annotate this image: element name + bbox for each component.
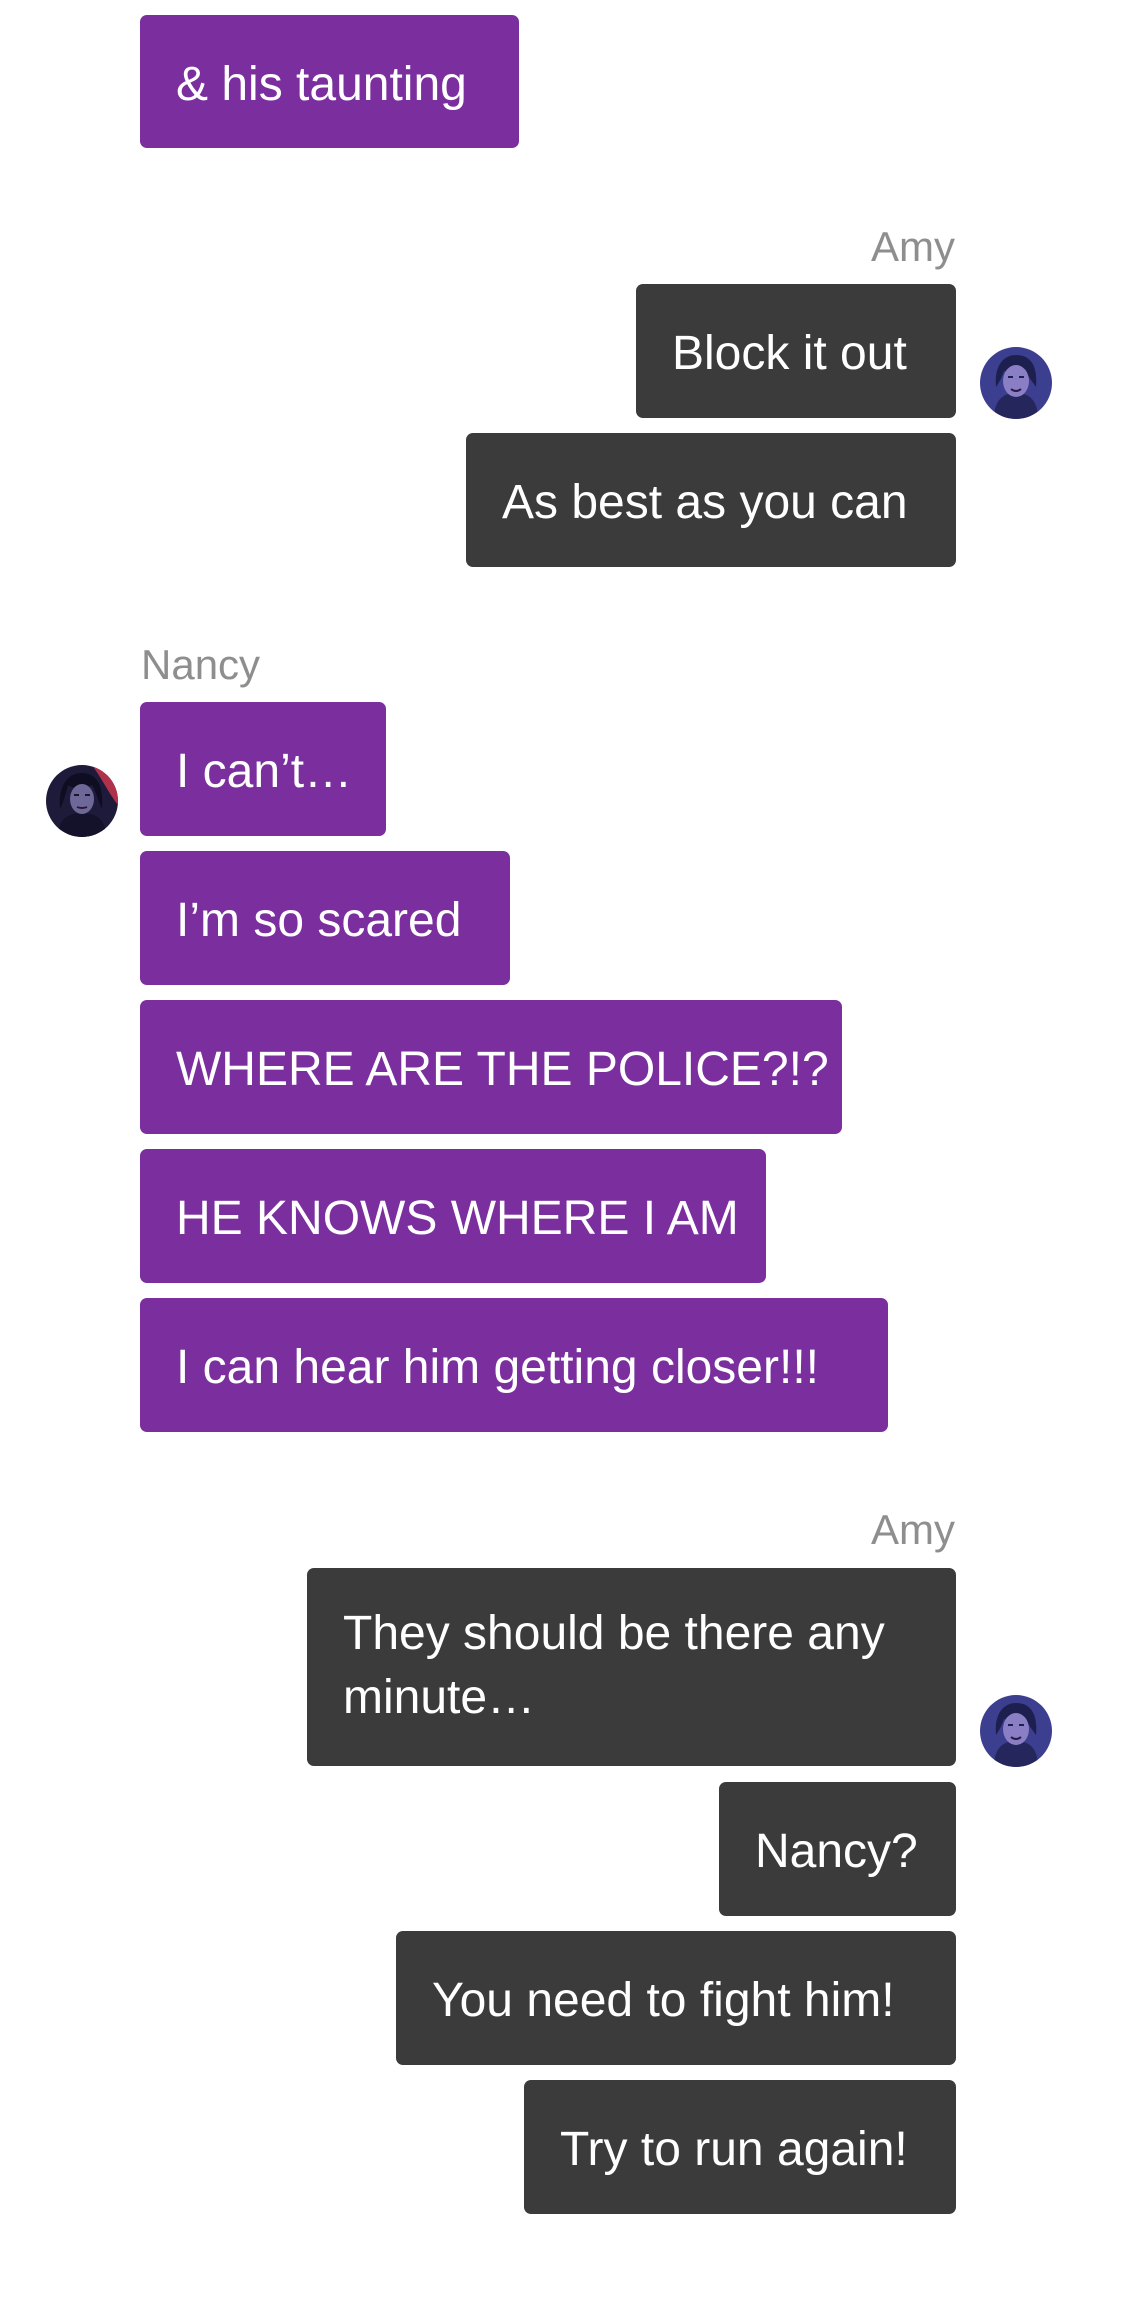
amy-avatar-icon[interactable] — [980, 1695, 1052, 1767]
message-bubble-nancy[interactable]: I can’t… — [140, 702, 386, 836]
message-bubble-amy[interactable]: Block it out — [636, 284, 956, 418]
message-bubble-amy[interactable]: Nancy? — [719, 1782, 956, 1916]
sender-name-amy: Amy — [871, 223, 955, 270]
sender-name-amy: Amy — [871, 1506, 955, 1553]
message-bubble-nancy[interactable]: WHERE ARE THE POLICE?!? — [140, 1000, 842, 1134]
amy-avatar-icon[interactable] — [980, 347, 1052, 419]
message-bubble-amy[interactable]: You need to fight him! — [396, 1931, 956, 2065]
message-bubble-nancy[interactable]: HE KNOWS WHERE I AM — [140, 1149, 766, 1283]
sender-name-nancy: Nancy — [141, 641, 261, 688]
message-bubble-amy[interactable]: They should be there any minute… — [307, 1568, 956, 1766]
nancy-avatar-icon[interactable] — [46, 765, 118, 837]
message-bubble-nancy[interactable]: I’m so scared — [140, 851, 510, 985]
chat-transcript: & his taunting Amy Block it out As best … — [0, 0, 1125, 2322]
message-bubble-amy[interactable]: As best as you can — [466, 433, 956, 567]
message-bubble-nancy[interactable]: I can hear him getting closer!!! — [140, 1298, 888, 1432]
message-bubble-amy[interactable]: Try to run again! — [524, 2080, 956, 2214]
message-bubble-nancy[interactable]: & his taunting — [140, 15, 519, 148]
